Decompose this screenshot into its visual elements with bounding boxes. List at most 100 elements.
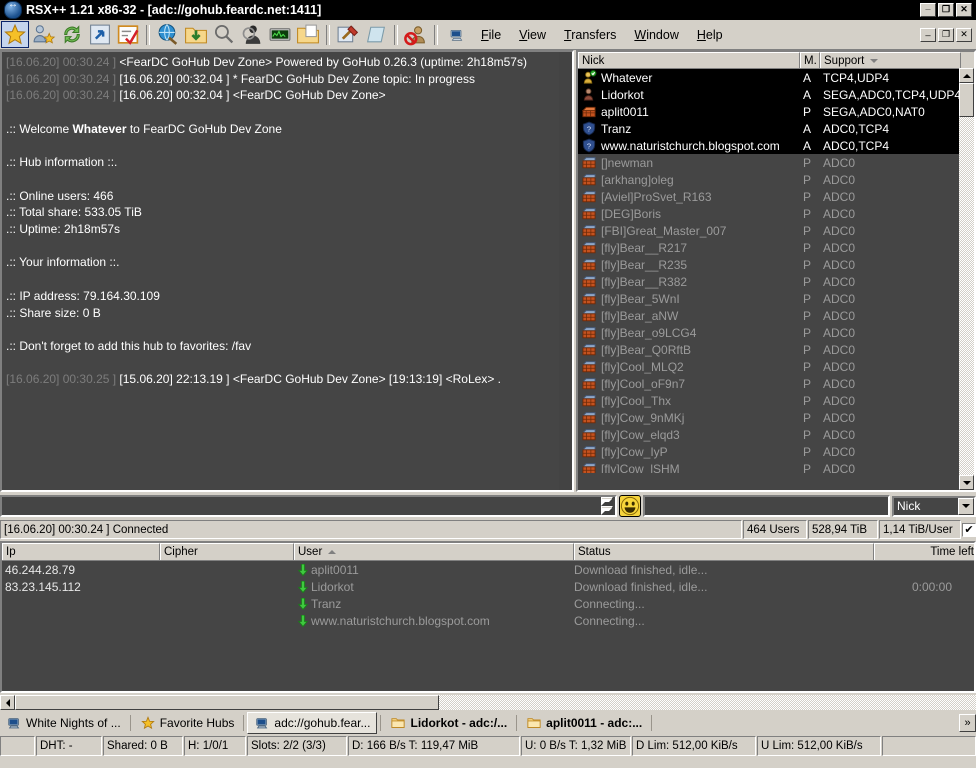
spinner-down-button[interactable] (601, 506, 613, 515)
adl-search-icon[interactable] (239, 22, 265, 47)
public-hubs-icon[interactable] (155, 22, 181, 47)
restore-button[interactable]: ❐ (938, 3, 954, 17)
user-list-row[interactable]: []newman P ADC0 (578, 154, 974, 171)
scroll-down-button[interactable] (959, 475, 974, 490)
transfers-hscrollbar[interactable] (0, 695, 976, 710)
mdi-restore-button[interactable]: ❐ (938, 27, 954, 42)
transfer-row[interactable]: 83.23.145.112 Lidorkot Download finished, … (2, 578, 974, 595)
system-log-icon[interactable] (267, 22, 293, 47)
user-list-row[interactable]: [fly]Bear_o9LCG4 P ADC0 (578, 324, 974, 341)
favorite-hubs-icon[interactable] (1, 21, 29, 48)
transfer-column-header-timeleft[interactable]: Time left (874, 543, 976, 560)
chat-scrollbar[interactable] (559, 52, 572, 490)
away-icon[interactable] (403, 22, 429, 47)
user-nick: [fly]Cow_elqd3 (601, 427, 680, 442)
smiley-icon[interactable] (619, 495, 641, 517)
user-list-row[interactable]: [fly]Cow_elqd3 P ADC0 (578, 426, 974, 443)
hub-status-checkbox[interactable]: ✔ (962, 522, 976, 537)
window-tab-1[interactable]: Favorite Hubs (134, 713, 241, 733)
message-spinner[interactable] (601, 497, 613, 515)
recent-hubs-icon[interactable] (115, 22, 141, 47)
hscroll-thumb[interactable] (15, 695, 439, 710)
user-list-row[interactable]: [fly]Cow_9nMKj P ADC0 (578, 409, 974, 426)
open-file-list-icon[interactable] (295, 22, 321, 47)
user-list-panel[interactable]: Nick M. Support Whatever A TCP4,UDP4 Lidorkot… (576, 50, 976, 492)
user-mode: P (803, 155, 812, 170)
window-tab-0[interactable]: White Nights of ... (0, 713, 127, 733)
message-input[interactable] (0, 495, 617, 517)
secondary-input[interactable] (643, 495, 890, 517)
scroll-left-button[interactable] (0, 695, 15, 710)
close-button[interactable]: ✕ (956, 3, 972, 17)
user-list-row[interactable]: Lidorkot A SEGA,ADC0,TCP4,UDP4 (578, 86, 974, 103)
user-passive-icon (581, 172, 597, 187)
user-list-row[interactable]: [FBI]Great_Master_007 P ADC0 (578, 222, 974, 239)
user-list-row[interactable]: aplit0011 P SEGA,ADC0,NAT0 (578, 103, 974, 120)
favorite-users-icon[interactable] (31, 22, 57, 47)
status-cell-hubs: H: 1/0/1 (184, 736, 246, 756)
scroll-up-button[interactable] (959, 68, 974, 83)
menu-help[interactable]: Help (688, 25, 732, 45)
mdi-close-button[interactable]: ✕ (956, 27, 972, 42)
menu-view[interactable]: View (510, 25, 555, 45)
minimize-button[interactable]: _ (920, 1, 936, 17)
window-tab-2[interactable]: adc://gohub.fear... (247, 712, 378, 734)
user-list-row[interactable]: [fly]Bear__R217 P ADC0 (578, 239, 974, 256)
user-list-row[interactable]: [arkhang]oleg P ADC0 (578, 171, 974, 188)
user-mode: P (803, 274, 812, 289)
user-list-row[interactable]: ? www.naturistchurch.blogspot.com A ADC0,TC… (578, 137, 974, 154)
mdi-close-glyph: ✕ (960, 28, 968, 39)
user-list-row[interactable]: [fly]Bear_aNW P ADC0 (578, 307, 974, 324)
user-list-row[interactable]: [fly]Cow_lSHM P ADC0 (578, 460, 974, 473)
user-list-row[interactable]: [fly]Cool_oF9n7 P ADC0 (578, 375, 974, 392)
follow-redirect-icon[interactable] (87, 22, 113, 47)
user-list-row[interactable]: [fly]Cow_IyP P ADC0 (578, 443, 974, 460)
scroll-thumb[interactable] (959, 83, 974, 117)
status-cell-upload-speed: U: 0 B/s T: 1,32 MiB (521, 736, 631, 756)
transfer-row[interactable]: 46.244.28.79 aplit0011 Download finished, … (2, 561, 974, 578)
nick-combo[interactable]: Nick (892, 495, 976, 517)
reconnect-icon[interactable] (59, 22, 85, 47)
chat-panel[interactable]: [16.06.20] 00:30.24 ] <FearDC GoHub Dev … (0, 50, 574, 492)
search-icon[interactable] (211, 22, 237, 47)
transfer-row[interactable]: www.naturistchurch.blogspot.com Connectin… (2, 612, 974, 629)
user-mode: P (803, 291, 812, 306)
download-queue-icon[interactable] (183, 22, 209, 47)
notepad-icon[interactable] (363, 22, 389, 47)
menu-transfers[interactable]: Transfers (555, 25, 625, 45)
menu-window[interactable]: Window (625, 25, 687, 45)
tabbar-overflow-button[interactable]: » (959, 714, 976, 732)
settings-icon[interactable] (335, 22, 361, 47)
user-list-row[interactable]: [fly]Cool_MLQ2 P ADC0 (578, 358, 974, 375)
user-column-header-support[interactable]: Support (820, 52, 961, 68)
transfer-column-header-cipher[interactable]: Cipher (160, 543, 294, 560)
window-tab-3[interactable]: Lidorkot - adc:/... (384, 713, 513, 733)
user-list-row[interactable]: [fly]Cool_Thx P ADC0 (578, 392, 974, 409)
transfers-body[interactable]: 46.244.28.79 aplit0011 Download finished, … (2, 561, 974, 629)
transfers-panel[interactable]: Ip Cipher User Status Time left 46.244.28.79… (0, 541, 976, 693)
transfer-column-header-ip[interactable]: Ip (2, 543, 160, 560)
user-list-row[interactable]: [fly]Bear_Q0RftB P ADC0 (578, 341, 974, 358)
menu-file[interactable]: File (472, 25, 510, 45)
user-list-row[interactable]: ? Tranz A ADC0,TCP4 (578, 120, 974, 137)
spinner-up-button[interactable] (601, 497, 613, 506)
nick-combo-button[interactable] (958, 497, 974, 515)
user-list-row[interactable]: [DEG]Boris P ADC0 (578, 205, 974, 222)
transfer-row[interactable]: Tranz Connecting... (2, 595, 974, 612)
user-list-row[interactable]: [fly]Bear__R235 P ADC0 (578, 256, 974, 273)
user-list-scrollbar[interactable] (959, 68, 974, 490)
user-column-header-m[interactable]: M. (800, 52, 820, 68)
window-tab-4[interactable]: aplit0011 - adc:... (520, 713, 648, 733)
transfer-column-header-user[interactable]: User (294, 543, 574, 560)
user-column-header-nick[interactable]: Nick (578, 52, 800, 68)
user-list-row[interactable]: [fly]Bear_5WnI P ADC0 (578, 290, 974, 307)
user-list-body[interactable]: Whatever A TCP4,UDP4 Lidorkot A SEGA,ADC0,TCP… (578, 69, 974, 473)
transfer-column-header-status[interactable]: Status (574, 543, 874, 560)
minimize-glyph: _ (925, 1, 931, 11)
chat-text: .:: Total share: 533.05 TiB (6, 205, 142, 220)
user-list-row[interactable]: [Aviel]ProSvet_R163 P ADC0 (578, 188, 974, 205)
mdi-minimize-button[interactable]: _ (920, 26, 936, 42)
user-list-row[interactable]: Whatever A TCP4,UDP4 (578, 69, 974, 86)
user-list-row[interactable]: [fly]Bear__R382 P ADC0 (578, 273, 974, 290)
close-glyph: ✕ (960, 4, 968, 14)
